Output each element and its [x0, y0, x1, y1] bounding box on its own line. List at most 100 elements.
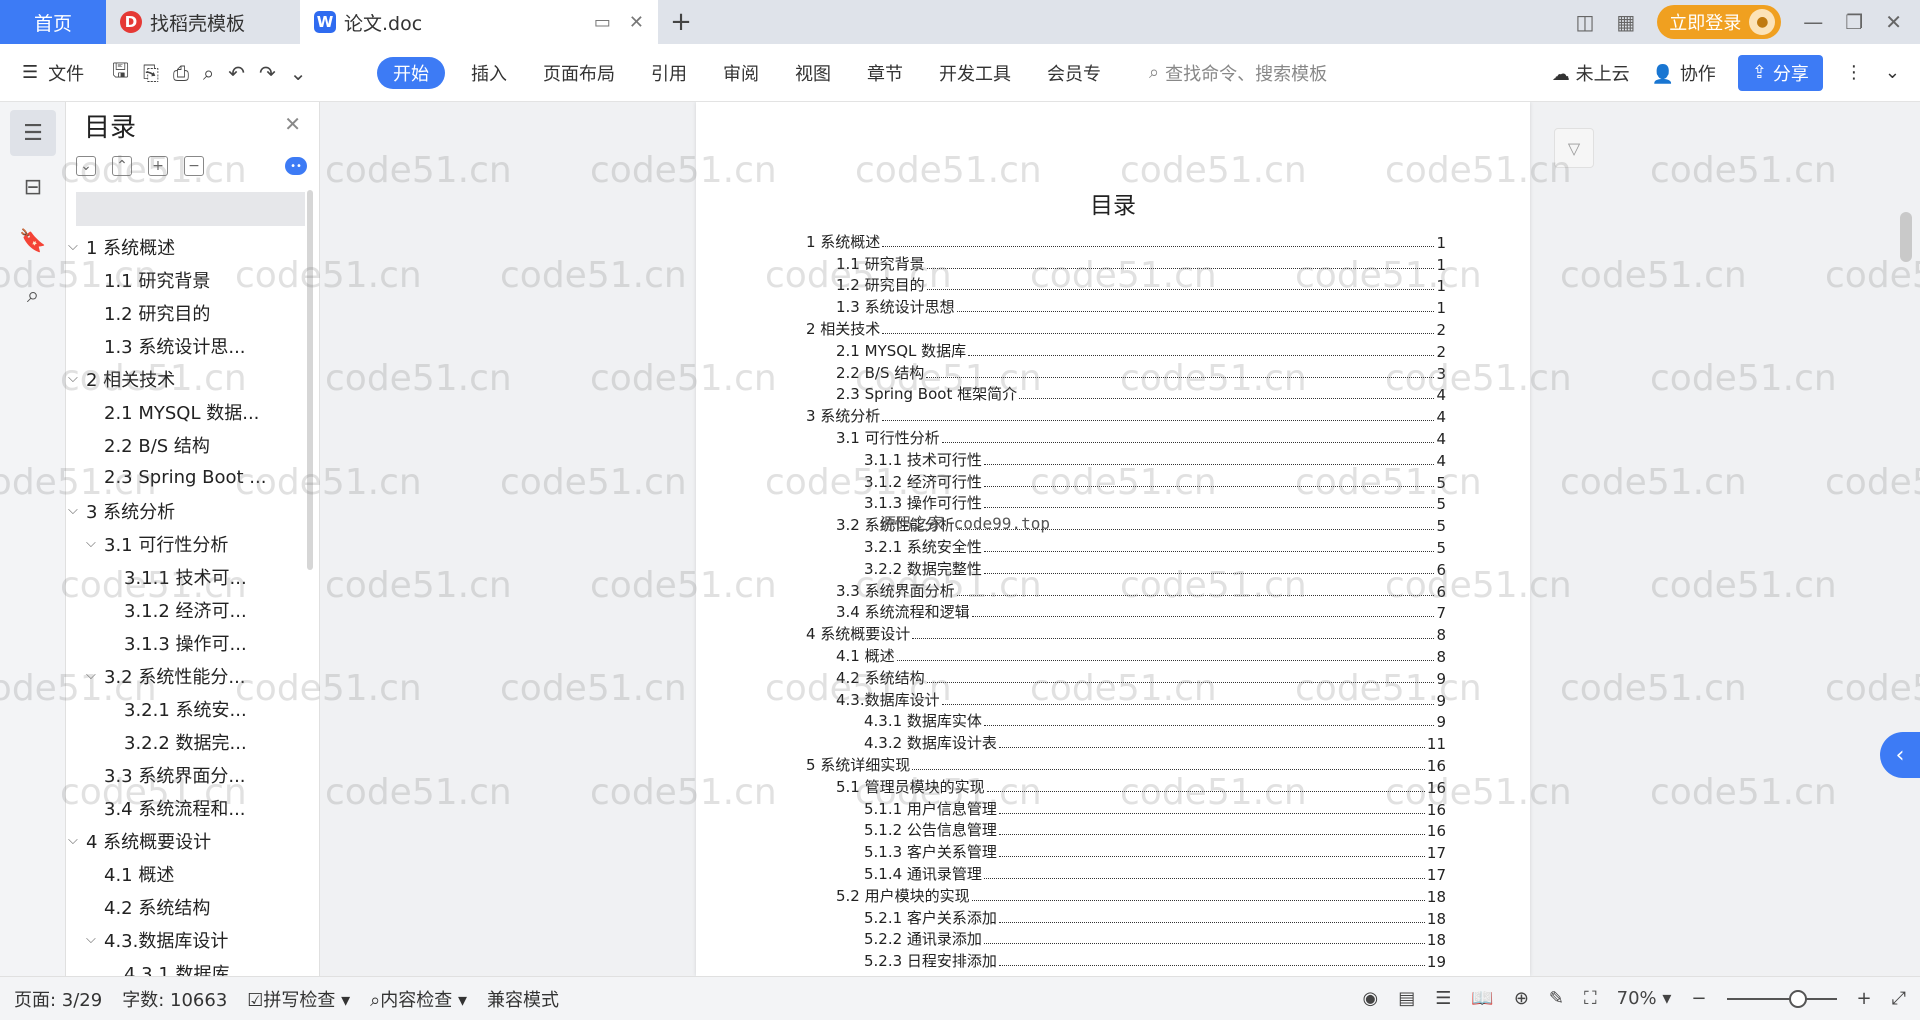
write-view-icon[interactable]: ✎	[1549, 988, 1564, 1009]
document-toc-line[interactable]: 1.3 系统设计思想 1	[806, 295, 1446, 317]
toc-panel-item[interactable]: 3.3 系统界面分...	[66, 758, 319, 791]
close-tab-icon[interactable]: ✕	[629, 12, 644, 33]
vertical-scrollbar[interactable]	[1900, 102, 1914, 976]
tab-section[interactable]: 章节	[849, 57, 921, 89]
fit-page-icon[interactable]: ⛶	[1584, 988, 1597, 1009]
chevron-down-icon[interactable]: ⌵	[68, 503, 86, 518]
tab-view[interactable]: 视图	[777, 57, 849, 89]
toc-panel-item[interactable]: 3.1.2 经济可...	[66, 593, 319, 626]
toc-panel-item[interactable]: 3.1.3 操作可...	[66, 626, 319, 659]
remove-heading-icon[interactable]: −	[184, 156, 204, 176]
document-toc-line[interactable]: 3.3 系统界面分析 6	[806, 579, 1446, 601]
toc-panel-item[interactable]: 2.2 B/S 结构	[66, 428, 319, 461]
page-view-icon[interactable]: ▤	[1398, 988, 1415, 1009]
toc-panel-item[interactable]: 3.4 系统流程和...	[66, 791, 319, 824]
tab-page-layout[interactable]: 页面布局	[525, 57, 633, 89]
expand-all-icon[interactable]: ⌄	[76, 156, 96, 176]
zoom-in-icon[interactable]: +	[1857, 988, 1872, 1009]
toc-panel-item[interactable]: ⌵ 3 系统分析	[66, 494, 319, 527]
document-toc-line[interactable]: 4.3.1 数据库实体 9	[806, 710, 1446, 731]
word-count[interactable]: 字数: 10663	[122, 986, 227, 1012]
print-icon[interactable]: ⎙	[173, 61, 189, 85]
toc-panel-item[interactable]: 4.2 系统结构	[66, 890, 319, 923]
toc-panel-item[interactable]: ⌵ 1 系统概述	[66, 230, 319, 263]
document-toc-line[interactable]: 2 相关技术 2	[806, 317, 1446, 339]
document-toc-line[interactable]: 3.1.2 经济可行性 5	[806, 470, 1446, 492]
undo-icon[interactable]: ↶	[228, 61, 245, 85]
document-toc-line[interactable]: 1 系统概述 1	[806, 230, 1446, 252]
chevron-down-icon[interactable]: ⌵	[86, 932, 104, 947]
minimize-icon[interactable]: —	[1803, 10, 1823, 34]
document-toc-line[interactable]: 4 系统概要设计 8	[806, 622, 1446, 644]
document-toc-line[interactable]: 5.2.3 日程安排添加 19	[806, 949, 1446, 971]
collapse-all-icon[interactable]: ⌃	[112, 156, 132, 176]
command-search[interactable]: ⌕ 查找命令、搜索模板	[1149, 60, 1327, 86]
print-preview-icon[interactable]: ⌕	[203, 61, 214, 85]
grid-apps-icon[interactable]: ▦	[1616, 10, 1635, 34]
toc-panel-item[interactable]: ⌵ 3.2 系统性能分...	[66, 659, 319, 692]
toc-panel-item[interactable]: ⌵ 4 系统概要设计	[66, 824, 319, 857]
document-toc-line[interactable]: 3.4 系统流程和逻辑 7	[806, 601, 1446, 622]
toc-panel-item[interactable]: 4.1 概述	[66, 857, 319, 890]
toc-panel-item[interactable]: 2.3 Spring Boot ...	[66, 461, 319, 494]
toc-panel-item[interactable]: 1.2 研究目的	[66, 296, 319, 329]
filter-icon[interactable]: ▽	[1554, 128, 1594, 168]
eye-protect-icon[interactable]: ◉	[1363, 988, 1379, 1009]
scroll-thumb[interactable]	[1900, 212, 1912, 262]
document-toc-line[interactable]: 3.1.1 技术可行性 4	[806, 448, 1446, 470]
document-toc-line[interactable]: 5.1.3 客户关系管理 17	[806, 840, 1446, 862]
monitor-icon[interactable]: ▭	[594, 12, 611, 33]
close-window-icon[interactable]: ✕	[1885, 10, 1902, 34]
fullscreen-icon[interactable]: ⤢	[1892, 988, 1906, 1009]
tab-references[interactable]: 引用	[633, 57, 705, 89]
cloud-status[interactable]: ☁ 未上云	[1552, 60, 1630, 86]
page-indicator[interactable]: 页面: 3/29	[14, 986, 102, 1012]
tab-insert[interactable]: 插入	[453, 57, 525, 89]
more-options-icon[interactable]: ⋮	[1845, 62, 1863, 83]
chevron-down-icon[interactable]: ⌵	[86, 668, 104, 683]
document-toc-line[interactable]: 5.2.1 客户关系添加 18	[806, 906, 1446, 928]
document-toc-line[interactable]: 3.2.1 系统安全性 5	[806, 535, 1446, 557]
spell-check-button[interactable]: ☑拼写检查 ▾	[247, 986, 350, 1012]
close-icon[interactable]: ✕	[284, 112, 301, 136]
chevron-down-icon[interactable]: ⌵	[68, 371, 86, 386]
zoom-slider[interactable]	[1726, 989, 1837, 1008]
document-toc-line[interactable]: 1.1 研究背景 1	[806, 252, 1446, 274]
toc-panel-item[interactable]: 3.2.1 系统安...	[66, 692, 319, 725]
document-toc-line[interactable]: 4.3.数据库设计 9	[806, 688, 1446, 710]
expand-side-panel-icon[interactable]: ‹	[1880, 732, 1920, 778]
tab-review[interactable]: 审阅	[705, 57, 777, 89]
document-toc-line[interactable]: 2.1 MYSQL 数据库 2	[806, 339, 1446, 361]
redo-icon[interactable]: ↷	[259, 61, 276, 85]
outline-view-icon[interactable]: ☰	[1435, 988, 1451, 1009]
toc-panel-item[interactable]: 1.1 研究背景	[66, 263, 319, 296]
toc-panel-item[interactable]: 4.3.1 数据库...	[66, 956, 319, 977]
toc-panel-item[interactable]: ⌵ 4.3.数据库设计	[66, 923, 319, 956]
read-view-icon[interactable]: 📖	[1471, 988, 1493, 1009]
tab-docer-templates[interactable]: D 找稻壳模板	[106, 0, 300, 44]
file-menu-button[interactable]: ☰ 文件	[0, 60, 112, 86]
web-view-icon[interactable]: ⊕	[1514, 988, 1529, 1009]
document-toc-line[interactable]: 4.1 概述 8	[806, 644, 1446, 666]
document-toc-line[interactable]: 4.2 系统结构 9	[806, 666, 1446, 688]
restore-icon[interactable]: ❐	[1845, 10, 1863, 34]
document-toc-line[interactable]: 5.1 管理员模块的实现 16	[806, 775, 1446, 797]
navigation-icon[interactable]: ⊟	[10, 164, 56, 210]
toc-panel-item[interactable]: 1.3 系统设计思...	[66, 329, 319, 362]
collapse-ribbon-icon[interactable]: ⌄	[1885, 62, 1900, 83]
zoom-level[interactable]: 70% ▾	[1617, 988, 1672, 1009]
document-toc-line[interactable]: 2.3 Spring Boot 框架简介 4	[806, 383, 1446, 404]
toc-panel-item[interactable]: ⌵ 3.1 可行性分析	[66, 527, 319, 560]
layout-icon[interactable]: ◫	[1575, 10, 1594, 34]
tab-document[interactable]: W 论文.doc ▭ ✕	[300, 0, 658, 44]
document-toc-line[interactable]: 5 系统详细实现 16	[806, 753, 1446, 775]
collaborate-button[interactable]: 👤 协作	[1652, 60, 1716, 86]
find-icon[interactable]: ⌕	[10, 272, 56, 318]
document-toc-line[interactable]: 3.2.2 数据完整性 6	[806, 557, 1446, 579]
toc-panel-item[interactable]: ⌵ 2 相关技术	[66, 362, 319, 395]
document-toc-line[interactable]: 2.2 B/S 结构 3	[806, 361, 1446, 383]
toc-panel-item[interactable]: 3.2.2 数据完...	[66, 725, 319, 758]
document-toc-line[interactable]: 5.2.2 通讯录添加 18	[806, 928, 1446, 949]
document-toc-line[interactable]: 3.1 可行性分析 4	[806, 426, 1446, 448]
tab-developer[interactable]: 开发工具	[921, 57, 1029, 89]
